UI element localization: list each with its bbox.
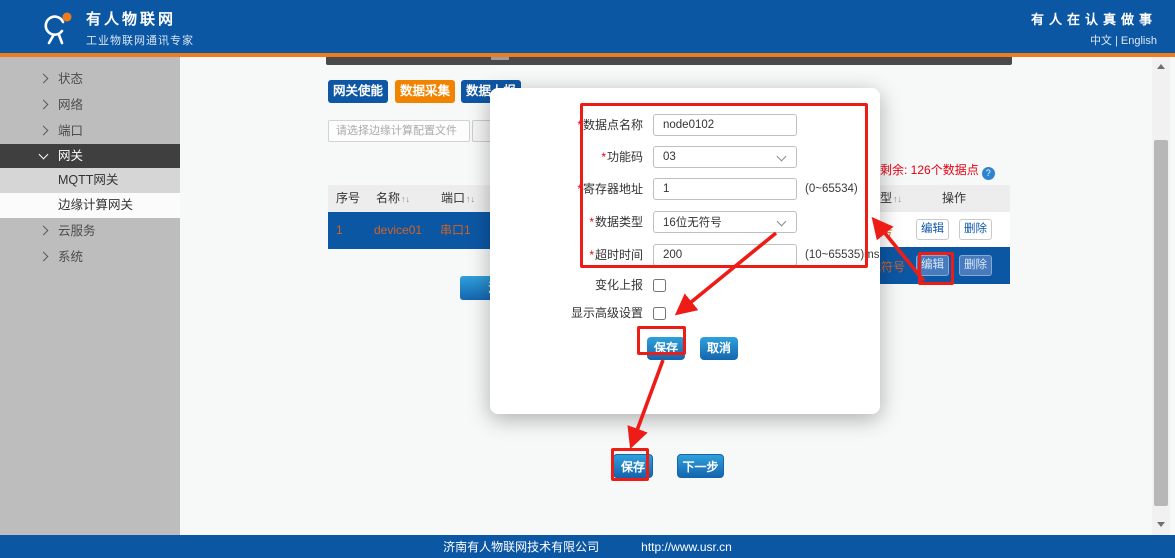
next-step-button[interactable]: 下一步	[677, 454, 724, 478]
checkbox-label: 变化上报	[503, 278, 643, 293]
device-name: device01	[374, 212, 422, 249]
column-header-port[interactable]: 端口↑↓	[441, 185, 475, 213]
tab-gateway-enable[interactable]: 网关使能	[328, 80, 388, 103]
language-switch[interactable]: 中文 | English	[1031, 32, 1157, 48]
page-save-button[interactable]: 保存	[613, 454, 653, 478]
sidebar-item-edge-gateway[interactable]: 边缘计算网关	[0, 193, 180, 218]
header-accent-line	[0, 53, 1175, 57]
sidebar-item-gateway[interactable]: 网关	[0, 144, 180, 168]
datapoint-type: 16位无符号	[880, 258, 905, 275]
chevron-right-icon	[39, 252, 49, 262]
chevron-right-icon	[39, 74, 49, 84]
scroll-up-icon[interactable]	[1157, 64, 1165, 69]
remaining-datapoints: 剩余: 126个数据点?	[880, 161, 995, 180]
field-hint: (10~65535)ms	[805, 244, 879, 266]
sort-icon[interactable]: ↑↓	[893, 194, 902, 204]
sidebar-item-network[interactable]: 网络	[0, 92, 180, 118]
brand-name: 有人物联网	[86, 8, 194, 29]
scroll-down-icon[interactable]	[1157, 522, 1165, 527]
chevron-down-icon	[39, 150, 49, 160]
chevron-right-icon	[39, 126, 49, 136]
sidebar-item-port[interactable]: 端口	[0, 118, 180, 144]
function-code-select[interactable]	[653, 146, 797, 168]
scrollbar-thumb[interactable]	[1154, 140, 1168, 506]
sidebar-subitem-label: MQTT网关	[58, 173, 118, 187]
dialog-save-button[interactable]: 保存	[647, 337, 685, 360]
field-label: *数据点名称	[503, 114, 643, 136]
delete-button[interactable]: 删除	[959, 255, 992, 276]
tab-data-collection[interactable]: 数据采集	[395, 80, 455, 103]
footer-url[interactable]: http://www.usr.cn	[641, 540, 732, 554]
device-port: 串口1	[440, 212, 471, 249]
brand-tagline: 工业物联网通讯专家	[86, 32, 194, 48]
page: 有人物联网 工业物联网通讯专家 有人在认真做事 中文 | English 状态 …	[0, 0, 1175, 558]
chevron-right-icon	[39, 226, 49, 236]
datapoint-table-header: 类型↑↓ 操作	[880, 185, 1010, 212]
top-header: 有人物联网 工业物联网通讯专家 有人在认真做事 中文 | English	[0, 0, 1175, 53]
vertical-scrollbar[interactable]	[1152, 57, 1170, 535]
datapoint-type: 16位无符号	[880, 222, 893, 239]
field-label: *寄存器地址	[503, 178, 643, 200]
device-table-row[interactable]: 1 device01 串口1	[328, 212, 490, 249]
field-label: *超时时间	[503, 244, 643, 266]
device-index: 1	[336, 212, 343, 249]
change-report-checkbox[interactable]	[653, 279, 666, 292]
usr-logo-icon	[42, 10, 76, 46]
datapoint-name-input[interactable]	[653, 114, 797, 136]
sidebar-item-mqtt-gateway[interactable]: MQTT网关	[0, 168, 180, 193]
sort-icon[interactable]: ↑↓	[401, 194, 410, 204]
sidebar-item-system[interactable]: 系统	[0, 244, 180, 270]
field-label: *功能码	[503, 146, 643, 168]
datapoint-row[interactable]: 16位无符号 编辑 删除	[880, 212, 1010, 247]
checkbox-label: 显示高级设置	[503, 306, 643, 321]
edit-button[interactable]: 编辑	[916, 255, 949, 276]
dialog-cancel-button[interactable]: 取消	[700, 337, 738, 360]
timeout-input[interactable]	[653, 244, 797, 266]
sidebar-item-label: 云服务	[58, 224, 96, 238]
sidebar-subitem-label: 边缘计算网关	[58, 198, 133, 212]
brand[interactable]: 有人物联网 工业物联网通讯专家	[42, 8, 194, 48]
footer-company: 济南有人物联网技术有限公司	[443, 538, 599, 555]
edit-button[interactable]: 编辑	[916, 219, 949, 240]
sidebar-item-label: 端口	[58, 124, 83, 138]
column-header-index[interactable]: 序号	[336, 185, 360, 212]
delete-button[interactable]: 删除	[959, 219, 992, 240]
sidebar-item-cloud[interactable]: 云服务	[0, 218, 180, 244]
sidebar-item-label: 网络	[58, 98, 83, 112]
datapoint-row-selected[interactable]: 16位无符号 编辑 删除	[880, 247, 1010, 284]
sidebar-item-status[interactable]: 状态	[0, 66, 180, 92]
device-table-header: 序号 名称↑↓ 端口↑↓	[328, 185, 490, 212]
sidebar: 状态 网络 端口 网关 MQTT网关 边缘计算网关 云服务 系统	[0, 57, 180, 535]
sidebar-item-label: 系统	[58, 250, 83, 264]
advanced-settings-checkbox[interactable]	[653, 307, 666, 320]
clipped-section-title	[491, 57, 509, 60]
sidebar-item-label: 网关	[58, 149, 83, 163]
sidebar-item-label: 状态	[58, 72, 83, 86]
edge-config-file-input[interactable]	[328, 120, 470, 142]
clipped-section-header	[326, 57, 1012, 65]
header-slogan: 有人在认真做事	[1031, 9, 1157, 28]
help-icon[interactable]: ?	[982, 167, 995, 180]
field-hint: (0~65534)	[805, 178, 858, 200]
column-header-action: 操作	[942, 185, 966, 212]
column-header-name[interactable]: 名称↑↓	[376, 185, 410, 213]
chevron-right-icon	[39, 100, 49, 110]
page-footer: 济南有人物联网技术有限公司 http://www.usr.cn	[0, 535, 1175, 558]
sort-icon[interactable]: ↑↓	[466, 194, 475, 204]
datapoint-edit-dialog: *数据点名称 *功能码 *寄存器地址 (0~65534) *数据类型 *超时时间…	[490, 88, 880, 414]
field-label: *数据类型	[503, 211, 643, 233]
data-type-select[interactable]	[653, 211, 797, 233]
register-address-input[interactable]	[653, 178, 797, 200]
